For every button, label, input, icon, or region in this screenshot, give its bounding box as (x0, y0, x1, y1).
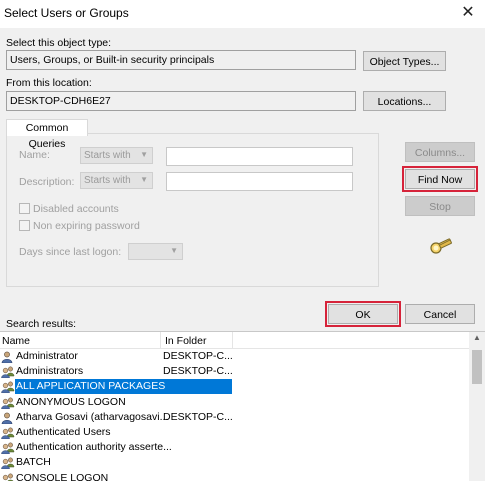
results-header: Name In Folder (0, 332, 485, 349)
results-scrollbar[interactable]: ▲ (469, 332, 485, 481)
non-expiring-password-label: Non expiring password (33, 220, 140, 232)
table-row[interactable]: CONSOLE LOGON (0, 471, 485, 481)
row-name: Authentication authority asserte... (15, 440, 232, 455)
non-expiring-password-checkbox[interactable] (19, 220, 30, 231)
row-name: CONSOLE LOGON (15, 471, 232, 481)
days-since-logon-label: Days since last logon: (19, 246, 121, 258)
disabled-accounts-label: Disabled accounts (33, 203, 119, 215)
window-title: Select Users or Groups (4, 6, 129, 20)
location-field: DESKTOP-CDH6E27 (6, 91, 356, 111)
row-folder: DESKTOP-C... (163, 410, 233, 425)
results-rows: AdministratorDESKTOP-C...AdministratorsD… (0, 349, 485, 481)
row-folder: DESKTOP-C... (163, 349, 233, 364)
description-input[interactable] (166, 172, 353, 191)
table-row[interactable]: Authentication authority asserte... (0, 440, 485, 455)
cancel-button[interactable]: Cancel (405, 304, 475, 324)
table-row[interactable]: ALL APPLICATION PACKAGES (0, 379, 485, 394)
close-icon[interactable]: ✕ (459, 3, 477, 23)
row-name: Authenticated Users (15, 425, 232, 440)
row-name: BATCH (15, 455, 232, 470)
group-icon (1, 427, 15, 439)
table-row[interactable]: Authenticated Users (0, 425, 485, 440)
group-icon (1, 442, 15, 454)
find-now-button[interactable]: Find Now (405, 169, 475, 189)
columns-button[interactable]: Columns... (405, 142, 475, 162)
tab-common-queries[interactable]: Common Queries (6, 119, 88, 136)
row-folder: DESKTOP-C... (163, 364, 233, 379)
name-match-value: Starts with (84, 150, 131, 161)
name-label: Name: (19, 149, 50, 161)
group-icon (1, 397, 15, 409)
description-label: Description: (19, 176, 74, 188)
name-match-select[interactable]: Starts with ▼ (80, 147, 153, 164)
table-row[interactable]: BATCH (0, 455, 485, 470)
scroll-thumb[interactable] (472, 350, 482, 384)
days-since-logon-select[interactable]: ▼ (128, 243, 183, 260)
chevron-down-icon: ▼ (140, 175, 148, 184)
scroll-up-icon[interactable]: ▲ (469, 333, 485, 342)
group-icon (1, 366, 15, 378)
group-icon (1, 381, 15, 393)
user-icon (1, 351, 15, 363)
row-name: ALL APPLICATION PACKAGES (15, 379, 232, 394)
object-type-field: Users, Groups, or Built-in security prin… (6, 50, 356, 70)
chevron-down-icon: ▼ (140, 150, 148, 159)
stop-button[interactable]: Stop (405, 196, 475, 216)
search-icon (428, 236, 454, 256)
user-icon (1, 412, 15, 424)
column-header-name[interactable]: Name (2, 335, 30, 347)
object-type-label: Select this object type: (6, 37, 111, 49)
object-types-button[interactable]: Object Types... (363, 51, 446, 71)
column-header-in-folder[interactable]: In Folder (165, 335, 206, 347)
description-match-value: Starts with (84, 175, 131, 186)
locations-button[interactable]: Locations... (363, 91, 446, 111)
table-row[interactable]: AdministratorDESKTOP-C... (0, 349, 485, 364)
name-input[interactable] (166, 147, 353, 166)
table-row[interactable]: Atharva Gosavi (atharvagosavi...DESKTOP-… (0, 410, 485, 425)
results-list: Name In Folder AdministratorDESKTOP-C...… (0, 331, 485, 481)
row-name: ANONYMOUS LOGON (15, 395, 232, 410)
disabled-accounts-checkbox[interactable] (19, 203, 30, 214)
table-row[interactable]: ANONYMOUS LOGON (0, 395, 485, 410)
description-match-select[interactable]: Starts with ▼ (80, 172, 153, 189)
search-results-label: Search results: (6, 318, 76, 330)
ok-button[interactable]: OK (328, 304, 398, 324)
location-label: From this location: (6, 77, 92, 89)
table-row[interactable]: AdministratorsDESKTOP-C... (0, 364, 485, 379)
group-icon (1, 457, 15, 469)
chevron-down-icon: ▼ (170, 246, 178, 255)
